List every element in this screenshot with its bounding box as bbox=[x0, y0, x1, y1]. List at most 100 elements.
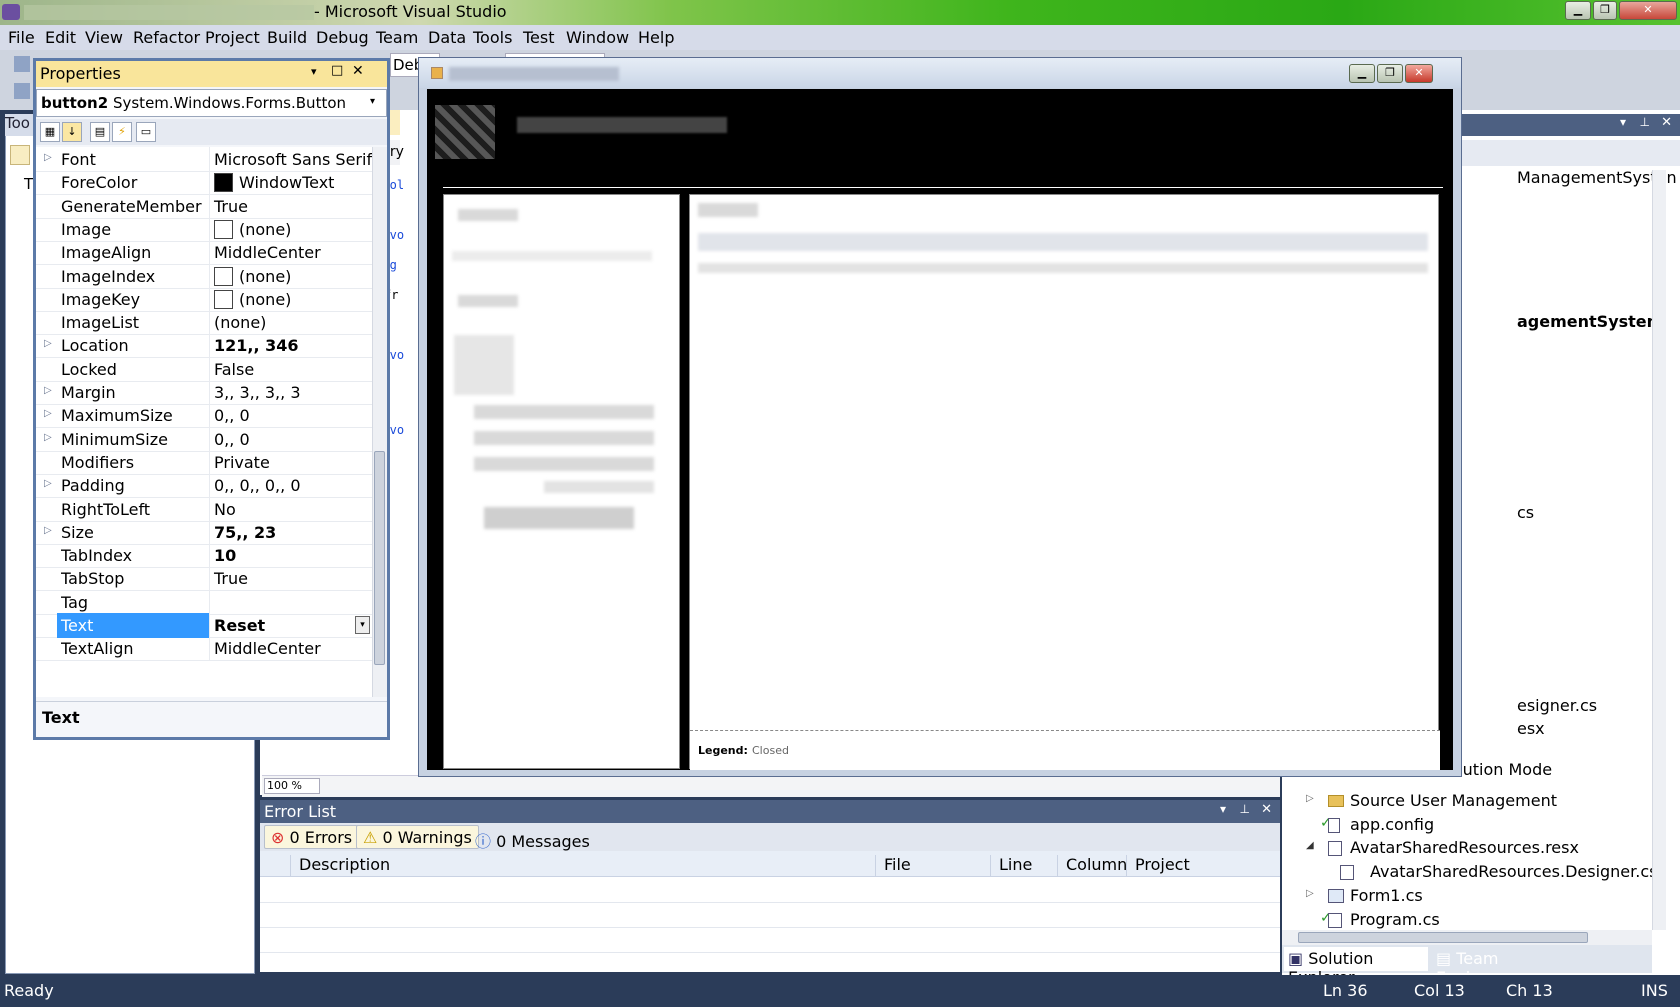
property-row[interactable]: RightToLeft No bbox=[36, 496, 372, 522]
property-row[interactable]: ▷ MinimumSize 0,, 0 bbox=[36, 426, 372, 452]
property-value[interactable]: (none) bbox=[209, 216, 372, 242]
maximize-button[interactable]: ❐ bbox=[1593, 1, 1617, 20]
property-row[interactable]: ▷ Size 75,, 23 bbox=[36, 519, 372, 545]
column-description[interactable]: Description bbox=[290, 855, 875, 877]
menu-data[interactable]: Data bbox=[428, 28, 466, 47]
close-icon[interactable]: ✕ bbox=[1261, 802, 1272, 817]
menu-team[interactable]: Team bbox=[376, 28, 418, 47]
expand-arrow-icon[interactable]: ▷ bbox=[44, 478, 52, 489]
solution-tree-item[interactable]: esigner.cs bbox=[1517, 696, 1597, 715]
scroll-thumb[interactable] bbox=[1298, 932, 1588, 943]
property-row[interactable]: ▷ MaximumSize 0,, 0 bbox=[36, 403, 372, 429]
property-value[interactable]: 0,, 0 bbox=[209, 426, 372, 452]
menu-file[interactable]: File bbox=[8, 28, 35, 47]
property-value[interactable]: Reset ▾ bbox=[209, 613, 372, 638]
blurred-buttons[interactable] bbox=[484, 507, 634, 529]
property-row[interactable]: ImageAlign MiddleCenter bbox=[36, 240, 372, 266]
property-row[interactable]: ImageIndex (none) bbox=[36, 263, 372, 289]
toolbar-icon[interactable] bbox=[14, 83, 30, 99]
column-file[interactable]: File bbox=[875, 855, 990, 877]
property-value[interactable]: (none) bbox=[209, 263, 372, 289]
property-row[interactable]: TextAlign MiddleCenter bbox=[36, 636, 372, 662]
new-project-icon[interactable] bbox=[14, 56, 30, 72]
property-row[interactable]: ▷ Margin 3,, 3,, 3,, 3 bbox=[36, 380, 372, 405]
property-value[interactable]: MiddleCenter bbox=[209, 240, 372, 266]
events-icon[interactable]: ⚡ bbox=[112, 122, 132, 142]
property-value[interactable]: 3,, 3,, 3,, 3 bbox=[209, 380, 372, 405]
property-value[interactable]: 121,, 346 bbox=[209, 333, 372, 359]
zoom-select[interactable]: 100 % bbox=[264, 778, 320, 794]
property-value[interactable]: True bbox=[209, 566, 372, 592]
close-icon[interactable]: ✕ bbox=[352, 63, 364, 79]
property-value[interactable]: No bbox=[209, 496, 372, 522]
property-row[interactable]: Tag bbox=[36, 589, 372, 615]
solution-tree-item[interactable]: ◢ AvatarSharedResources.resx bbox=[1306, 838, 1666, 860]
menu-help[interactable]: Help bbox=[638, 28, 674, 47]
pin-icon[interactable]: ⊥ bbox=[1240, 802, 1250, 816]
expand-arrow-icon[interactable]: ▷ bbox=[44, 338, 52, 349]
expand-arrow-icon[interactable]: ▷ bbox=[44, 408, 52, 419]
form-maximize-button[interactable]: ❐ bbox=[1377, 64, 1403, 83]
menu-project[interactable]: Project bbox=[205, 28, 260, 47]
form-close-button[interactable]: ✕ bbox=[1405, 64, 1433, 83]
dropdown-icon[interactable]: ▾ bbox=[311, 65, 317, 78]
property-row[interactable]: Image (none) bbox=[36, 216, 372, 242]
property-row[interactable]: ▷ Padding 0,, 0,, 0,, 0 bbox=[36, 473, 372, 499]
menu-tools[interactable]: Tools bbox=[473, 28, 512, 47]
close-icon[interactable]: ✕ bbox=[1661, 115, 1672, 130]
property-row[interactable]: ▷ Location 121,, 346 bbox=[36, 333, 372, 359]
tab-solution-explorer[interactable]: ▣ Solution Explorer bbox=[1284, 947, 1428, 987]
menu-refactor[interactable]: Refactor bbox=[133, 28, 200, 47]
property-row[interactable]: ForeColor WindowText bbox=[36, 170, 372, 196]
properties-icon[interactable]: ▤ bbox=[90, 122, 110, 142]
solution-hscrollbar[interactable] bbox=[1282, 930, 1652, 945]
chevron-down-icon[interactable]: ▾ bbox=[370, 96, 375, 107]
property-row[interactable]: Text Reset ▾ bbox=[36, 613, 372, 638]
property-value[interactable]: 0,, 0 bbox=[209, 403, 372, 429]
property-value[interactable]: 10 bbox=[209, 543, 372, 569]
expand-arrow-icon[interactable]: ▷ bbox=[44, 525, 52, 536]
errors-filter-button[interactable]: ⊗ 0 Errors bbox=[264, 825, 360, 849]
solution-tree-item[interactable]: cs bbox=[1517, 503, 1534, 522]
close-button[interactable]: ✕ bbox=[1619, 1, 1677, 20]
property-row[interactable]: TabStop True bbox=[36, 566, 372, 592]
alphabetical-icon[interactable]: ↓ bbox=[62, 122, 82, 142]
property-row[interactable]: Locked False bbox=[36, 356, 372, 382]
expand-arrow-icon[interactable]: ▷ bbox=[1306, 793, 1314, 804]
property-value[interactable]: 75,, 23 bbox=[209, 519, 372, 545]
solution-tree-item[interactable]: esx bbox=[1517, 719, 1545, 738]
menu-view[interactable]: View bbox=[85, 28, 123, 47]
property-value[interactable]: False bbox=[209, 356, 372, 382]
tab-team-explorer[interactable]: ▤ Team Explorer bbox=[1432, 947, 1572, 987]
solution-tree-item[interactable]: ✓ Program.cs bbox=[1306, 910, 1666, 932]
chevron-down-icon[interactable]: ▾ bbox=[355, 616, 370, 634]
column-line[interactable]: Line bbox=[990, 855, 1057, 877]
toolbox-arrow-icon[interactable] bbox=[10, 145, 30, 165]
property-value[interactable]: Microsoft Sans Serif,, 8.. bbox=[209, 147, 372, 172]
property-value[interactable]: MiddleCenter bbox=[209, 636, 372, 662]
menu-build[interactable]: Build bbox=[267, 28, 307, 47]
property-pages-icon[interactable]: ▭ bbox=[136, 122, 156, 142]
maximize-icon[interactable]: □ bbox=[331, 63, 343, 78]
expand-arrow-icon[interactable]: ▷ bbox=[1306, 888, 1314, 899]
property-value[interactable] bbox=[209, 589, 372, 615]
dropdown-icon[interactable]: ▾ bbox=[1220, 802, 1226, 816]
object-selector[interactable]: button2 System.Windows.Forms.Button ▾ bbox=[36, 89, 387, 117]
solution-tree-item[interactable]: AvatarSharedResources.Designer.cs bbox=[1326, 862, 1666, 884]
menu-test[interactable]: Test bbox=[523, 28, 555, 47]
property-value[interactable]: True bbox=[209, 193, 372, 219]
form-minimize-button[interactable]: ▁ bbox=[1349, 64, 1375, 83]
toolbox-title[interactable]: Too bbox=[5, 114, 35, 136]
property-row[interactable]: Modifiers Private bbox=[36, 449, 372, 475]
menu-debug[interactable]: Debug bbox=[316, 28, 369, 47]
property-row[interactable]: GenerateMember True bbox=[36, 193, 372, 219]
messages-filter-button[interactable]: ⓘ 0 Messages bbox=[468, 825, 597, 851]
menu-window[interactable]: Window bbox=[566, 28, 629, 47]
solution-tree-item[interactable]: agementSystem bbox=[1517, 312, 1663, 331]
property-value[interactable]: (none) bbox=[209, 286, 372, 312]
property-value[interactable]: 0,, 0,, 0,, 0 bbox=[209, 473, 372, 499]
solution-vscrollbar[interactable] bbox=[1652, 170, 1666, 930]
dropdown-icon[interactable]: ▾ bbox=[1620, 115, 1626, 129]
collapse-arrow-icon[interactable]: ◢ bbox=[1306, 840, 1314, 851]
property-value[interactable]: (none) bbox=[209, 310, 372, 336]
